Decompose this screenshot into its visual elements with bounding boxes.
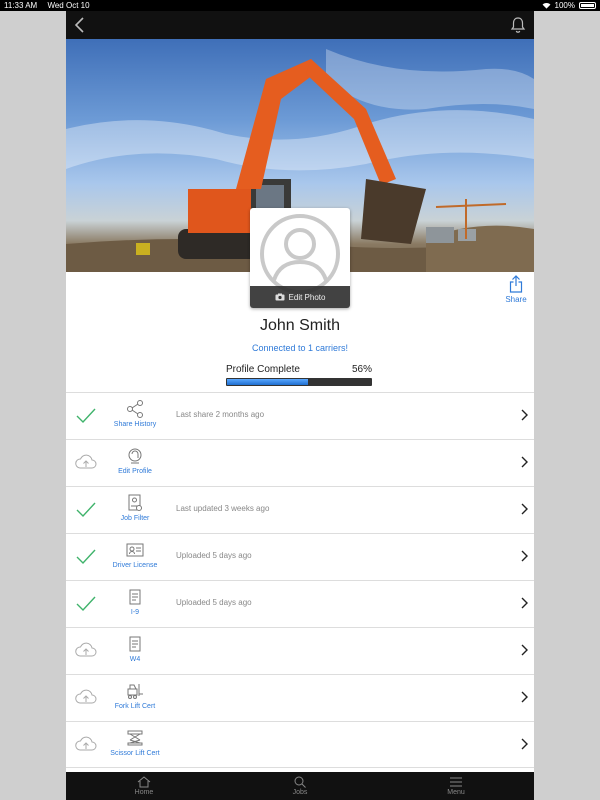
list-item-w4[interactable]: W4: [66, 627, 534, 674]
chevron-right-icon: [521, 597, 528, 609]
profile-name: John Smith: [259, 317, 341, 334]
status-time: 11:33 AM: [4, 1, 38, 10]
list-item-job-filter[interactable]: Job Filter Last updated 3 weeks ago: [66, 486, 534, 533]
share-button[interactable]: Share: [504, 275, 528, 304]
list-item-label: Share History: [113, 421, 157, 428]
tab-bar: Home Jobs Menu: [66, 772, 534, 800]
chevron-right-icon: [521, 550, 528, 562]
status-bar: 11:33 AM Wed Oct 10 100%: [0, 0, 600, 11]
list-item-label: Scissor Lift Cert: [110, 750, 160, 757]
share-history-icon: [127, 400, 143, 418]
cloud-upload-icon: [75, 689, 97, 704]
list-item-detail: Last updated 3 weeks ago: [176, 504, 270, 513]
chevron-right-icon: [521, 738, 528, 750]
profile-items-list: Share History Last share 2 months ago Ed…: [66, 392, 534, 768]
edit-photo-label: Edit Photo: [288, 292, 326, 302]
document-icon: [129, 636, 141, 652]
nav-bar: [66, 11, 534, 39]
tab-menu[interactable]: Menu: [378, 772, 534, 800]
profile-complete-label: Profile Complete: [226, 364, 300, 375]
connected-carriers-link[interactable]: Connected to 1 carriers!: [66, 343, 534, 353]
wifi-icon: [542, 3, 550, 9]
chevron-right-icon: [521, 691, 528, 703]
list-item-label: Driver License: [112, 562, 158, 569]
edit-photo-button[interactable]: Edit Photo: [250, 286, 350, 308]
list-item-scissor-lift-cert[interactable]: Scissor Lift Cert: [66, 721, 534, 768]
camera-icon: [275, 293, 285, 301]
checkmark-icon: [76, 408, 96, 424]
cloud-upload-icon: [75, 642, 97, 657]
scissor-lift-icon: [127, 730, 143, 746]
driver-license-icon: [126, 543, 144, 557]
checkmark-icon: [76, 596, 96, 612]
list-item-detail: Last share 2 months ago: [176, 410, 265, 419]
profile-progress-fill: [227, 379, 308, 385]
list-item-label: Edit Profile: [118, 468, 152, 475]
checkmark-icon: [76, 549, 96, 565]
status-date: Wed Oct 10: [47, 1, 90, 10]
profile-photo[interactable]: Edit Photo: [250, 208, 350, 308]
list-item-fork-lift-cert[interactable]: Fork Lift Cert: [66, 674, 534, 721]
battery-percent: 100%: [554, 1, 575, 10]
list-item-driver-license[interactable]: Driver License Uploaded 5 days ago: [66, 533, 534, 580]
chevron-right-icon: [521, 456, 528, 468]
list-item-detail: Uploaded 5 days ago: [176, 551, 252, 560]
tab-menu-label: Menu: [447, 789, 465, 796]
list-item-label: Job Filter: [120, 515, 150, 522]
list-item-edit-profile[interactable]: Edit Profile: [66, 439, 534, 486]
chevron-right-icon: [521, 409, 528, 421]
list-item-share-history[interactable]: Share History Last share 2 months ago: [66, 392, 534, 439]
menu-icon: [450, 777, 462, 787]
bell-icon[interactable]: [510, 16, 526, 34]
share-label: Share: [505, 295, 527, 304]
chevron-right-icon: [521, 503, 528, 515]
back-chevron-icon[interactable]: [72, 15, 88, 35]
chevron-right-icon: [521, 644, 528, 656]
tab-home[interactable]: Home: [66, 772, 222, 800]
home-icon: [137, 776, 151, 788]
cloud-upload-icon: [75, 454, 97, 469]
checkmark-icon: [76, 502, 96, 518]
list-item-label: W4: [129, 656, 141, 663]
app-screen: Edit Photo Share John Smith Connected to…: [66, 11, 534, 800]
tab-jobs-label: Jobs: [292, 789, 308, 796]
list-item-detail: Uploaded 5 days ago: [176, 598, 252, 607]
profile-complete-percent: 56%: [351, 364, 372, 375]
list-item-label: Fork Lift Cert: [114, 703, 156, 710]
profile-progress-bar: [226, 378, 372, 386]
forklift-icon: [127, 684, 143, 699]
share-icon: [509, 275, 523, 293]
list-item-i9[interactable]: I-9 Uploaded 5 days ago: [66, 580, 534, 627]
search-icon: [294, 776, 306, 788]
cloud-upload-icon: [75, 736, 97, 751]
edit-profile-icon: [128, 448, 142, 464]
battery-icon: [579, 2, 596, 9]
tab-jobs[interactable]: Jobs: [222, 772, 378, 800]
list-item-label: I-9: [130, 609, 140, 616]
tab-home-label: Home: [134, 789, 154, 796]
job-filter-icon: [128, 494, 142, 511]
document-icon: [129, 589, 141, 605]
